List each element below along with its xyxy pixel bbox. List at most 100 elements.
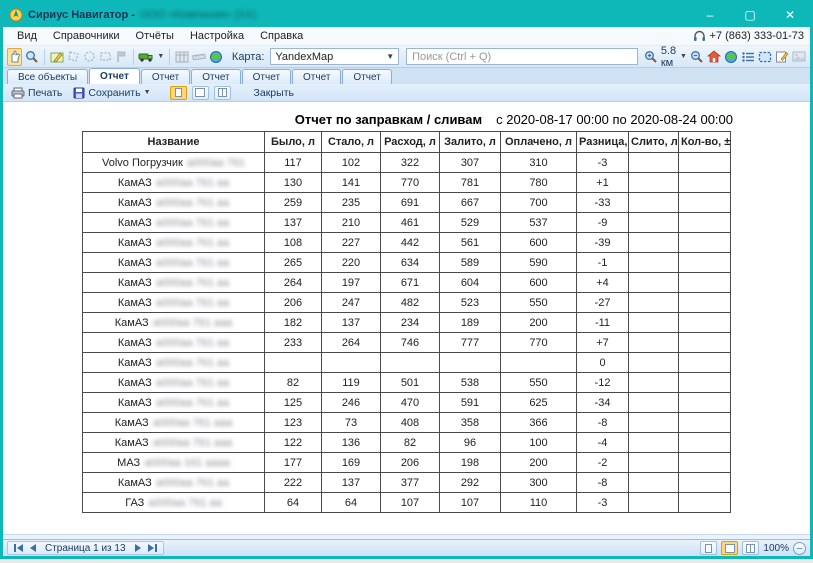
- status-view-fit-button[interactable]: [721, 541, 738, 555]
- cell-value-5: -2: [577, 453, 629, 473]
- image-icon[interactable]: [792, 48, 806, 66]
- maximize-button[interactable]: ▢: [730, 3, 770, 27]
- cell-value-2: 442: [381, 233, 440, 253]
- status-view-multi-button[interactable]: [742, 541, 759, 555]
- cell-vehicle-name: КамАЗа000аа 761 аа: [83, 333, 265, 353]
- cell-vehicle-name: КамАЗа000аа 761 аа: [83, 193, 265, 213]
- table-row: Volvo Погрузчика000аа 761117102322307310…: [83, 153, 731, 173]
- first-page-button[interactable]: [12, 544, 25, 552]
- table-view-icon[interactable]: [175, 48, 189, 66]
- edit-map-icon[interactable]: [50, 48, 64, 66]
- table-row: КамАЗа000аа 761 аа233264746777770+7: [83, 333, 731, 353]
- home-icon[interactable]: [707, 48, 721, 66]
- save-dropdown-caret[interactable]: ▼: [144, 89, 151, 96]
- menu-item-3[interactable]: Настройка: [182, 28, 252, 44]
- flag-tool-icon[interactable]: [115, 48, 128, 66]
- phone-number: +7 (863) 333-01-73: [710, 30, 804, 42]
- cell-value-4: 200: [501, 453, 577, 473]
- cell-value-1: 102: [322, 153, 381, 173]
- table-row: КамАЗа000аа 761 аа222137377292300-8: [83, 473, 731, 493]
- tab-3[interactable]: Отчет: [191, 69, 240, 84]
- tab-6[interactable]: Отчет: [342, 69, 391, 84]
- truck-dropdown-caret[interactable]: ▼: [157, 53, 164, 60]
- vehicle-truck-icon[interactable]: [138, 48, 154, 66]
- globe-icon[interactable]: [724, 48, 738, 66]
- cell-value-5: -3: [577, 493, 629, 513]
- circle-tool-icon[interactable]: [83, 48, 96, 66]
- print-button[interactable]: Печать: [8, 86, 65, 100]
- tab-4[interactable]: Отчет: [242, 69, 291, 84]
- cell-vehicle-name: КамАЗа000аа 761 аа: [83, 373, 265, 393]
- vehicle-plate-redacted: а000аа 761 аа: [156, 337, 229, 349]
- cell-value-7: [679, 373, 731, 393]
- report-title: Отчет по заправкам / сливам: [295, 112, 482, 127]
- globe-tool-icon[interactable]: [209, 48, 223, 66]
- cell-value-7: [679, 213, 731, 233]
- menu-item-0[interactable]: Вид: [9, 28, 45, 44]
- tab-2[interactable]: Отчет: [141, 69, 190, 84]
- view-fit-width-button[interactable]: [192, 86, 209, 100]
- zoom-tool-icon[interactable]: [25, 48, 39, 66]
- cell-value-7: [679, 353, 731, 373]
- polygon-tool-icon[interactable]: [67, 48, 80, 66]
- list-icon[interactable]: [741, 48, 755, 66]
- prev-page-button[interactable]: [28, 544, 38, 552]
- cell-value-6: [629, 473, 679, 493]
- cell-value-4: 770: [501, 333, 577, 353]
- minimize-button[interactable]: –: [690, 3, 730, 27]
- cell-value-0: 64: [265, 493, 322, 513]
- map-provider-select[interactable]: YandexMap ▼: [270, 48, 399, 65]
- cell-value-6: [629, 253, 679, 273]
- report-period: с 2020-08-17 00:00 по 2020-08-24 00:00: [496, 112, 733, 127]
- cell-value-6: [629, 413, 679, 433]
- map-scale-dropdown[interactable]: 5.8 км ▼: [661, 45, 687, 69]
- table-row: КамАЗа000аа 761 ааа1221368296100-4: [83, 433, 731, 453]
- tab-0[interactable]: Все объекты: [7, 69, 88, 84]
- cell-value-4: 310: [501, 153, 577, 173]
- vehicle-name: КамАЗ: [118, 177, 152, 189]
- cell-value-0: 125: [265, 393, 322, 413]
- cell-value-7: [679, 453, 731, 473]
- cell-value-1: 64: [322, 493, 381, 513]
- rect-tool-icon[interactable]: [99, 48, 112, 66]
- tab-1[interactable]: Отчет: [89, 68, 140, 84]
- menu-item-2[interactable]: Отчёты: [128, 28, 182, 44]
- zoom-out-button[interactable]: –: [793, 542, 806, 555]
- cell-value-7: [679, 493, 731, 513]
- close-report-button[interactable]: Закрыть: [251, 86, 297, 100]
- save-label: Сохранить: [88, 87, 140, 99]
- status-view-single-button[interactable]: [700, 541, 717, 555]
- cell-value-3: 667: [440, 193, 501, 213]
- next-page-button[interactable]: [133, 544, 143, 552]
- menu-item-1[interactable]: Справочники: [45, 28, 128, 44]
- view-two-pages-button[interactable]: [214, 86, 231, 100]
- table-row: КамАЗа000аа 761 аа130141770781780+1: [83, 173, 731, 193]
- title-bar: Сириус Навигатор - ООО «Компания» (ХХ) –…: [3, 3, 810, 27]
- cell-value-1: 136: [322, 433, 381, 453]
- cell-value-5: -34: [577, 393, 629, 413]
- cell-value-0: 265: [265, 253, 322, 273]
- zoom-out-icon[interactable]: [690, 48, 704, 66]
- toolbar-separator: [169, 49, 170, 65]
- pan-hand-icon[interactable]: [7, 48, 22, 66]
- view-single-page-button[interactable]: [170, 86, 187, 100]
- last-page-button[interactable]: [146, 544, 159, 552]
- two-pages-icon: [218, 88, 227, 97]
- cell-value-1: [322, 353, 381, 373]
- table-row: МАЗа000аа 161 аааа177169206198200-2: [83, 453, 731, 473]
- table-header-row: НазваниеБыло, лСтало, лРасход, лЗалито, …: [83, 132, 731, 153]
- vehicle-plate-redacted: а000аа 761 аа: [156, 257, 229, 269]
- tab-5[interactable]: Отчет: [292, 69, 341, 84]
- vehicle-plate-redacted: а000аа 761 аа: [156, 477, 229, 489]
- main-toolbar: ▼ Карта: YandexMap ▼ Поиск (Ctrl + Q) 5.…: [3, 46, 810, 68]
- select-area-icon[interactable]: [758, 48, 772, 66]
- cell-value-3: 107: [440, 493, 501, 513]
- save-button[interactable]: Сохранить ▼: [70, 86, 153, 100]
- cell-value-4: 550: [501, 293, 577, 313]
- zoom-in-icon[interactable]: [644, 48, 658, 66]
- search-input[interactable]: Поиск (Ctrl + Q): [406, 48, 638, 65]
- close-button[interactable]: ✕: [770, 3, 810, 27]
- route-ruler-icon[interactable]: [192, 48, 206, 66]
- menu-item-4[interactable]: Справка: [252, 28, 311, 44]
- edit-note-icon[interactable]: [775, 48, 789, 66]
